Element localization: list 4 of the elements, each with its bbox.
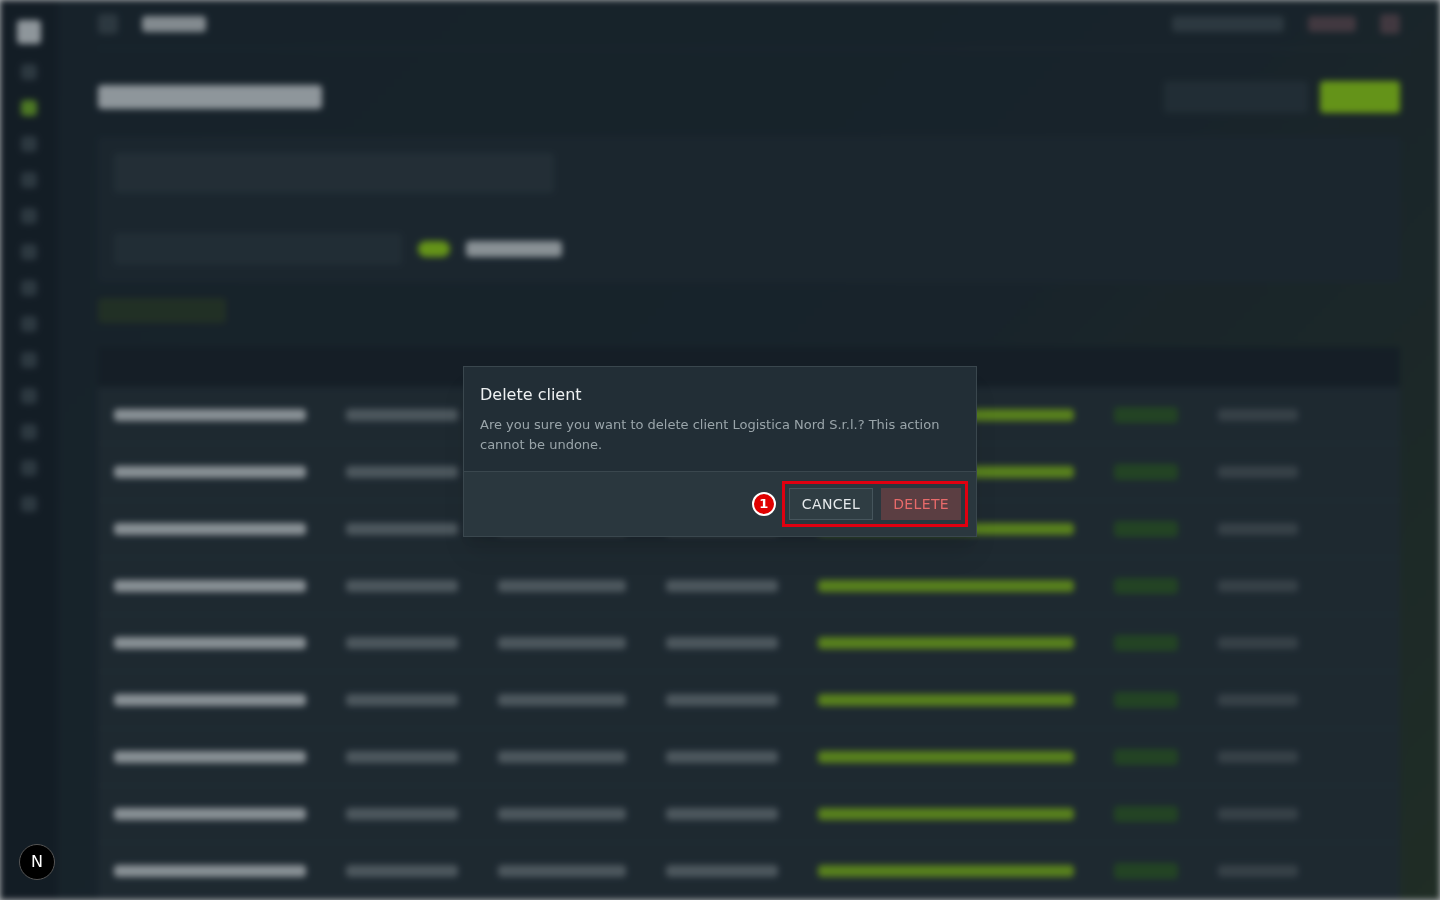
step-marker: 1 xyxy=(751,492,776,516)
cancel-button[interactable]: CANCEL xyxy=(788,488,874,520)
dialog-title: Delete client xyxy=(480,384,583,406)
dialog-message: Are you sure you want to delete client Logistica Nord S.r.l.? This action cannot be undone. xyxy=(480,416,941,454)
